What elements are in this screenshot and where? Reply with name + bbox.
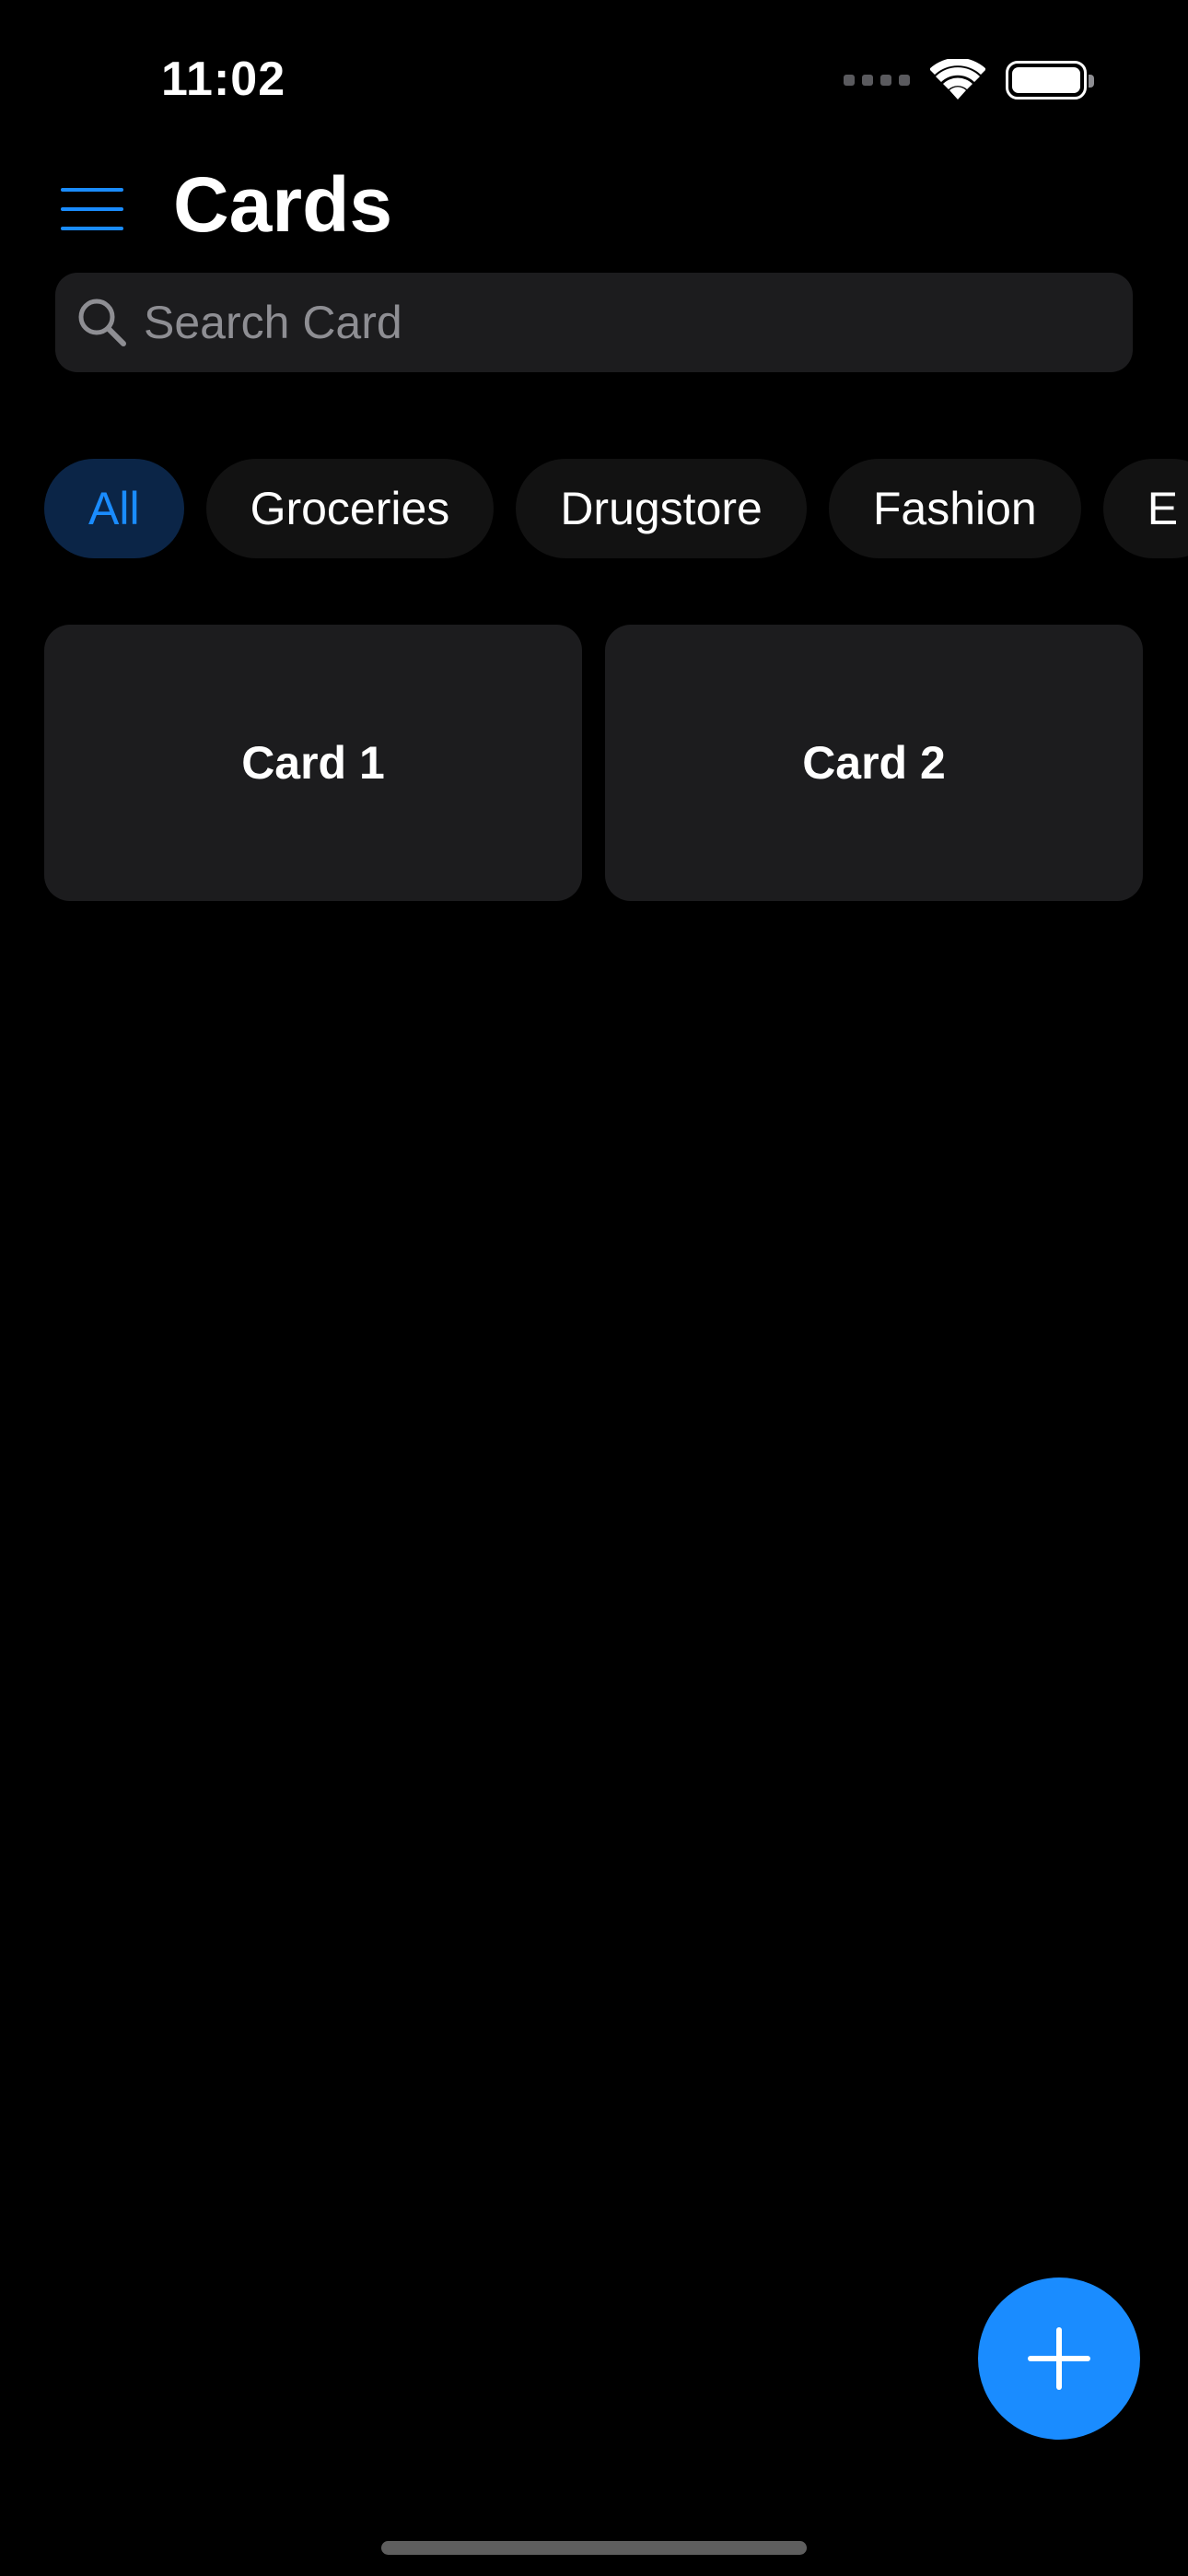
search-icon [76, 296, 129, 349]
cards-screen: 11:02 Cards AllGroce [0, 0, 1188, 2576]
status-time: 11:02 [161, 53, 286, 106]
page-title: Cards [173, 161, 393, 248]
wifi-icon [930, 59, 985, 100]
category-chip-fashion[interactable]: Fashion [828, 459, 1081, 558]
category-filter-bar: All Groceries Drugstore Fashion E [44, 459, 1188, 558]
card-tile[interactable]: Card 1 [44, 625, 582, 901]
category-chip-drugstore[interactable]: Drugstore [516, 459, 807, 558]
plus-icon [1028, 2327, 1090, 2390]
hamburger-menu-icon [61, 188, 123, 192]
search-input[interactable] [144, 296, 1065, 349]
home-indicator[interactable] [381, 2541, 807, 2555]
card-tile[interactable]: Card 2 [605, 625, 1143, 901]
category-chip-partial[interactable]: E [1102, 459, 1188, 558]
search-bar[interactable] [55, 273, 1133, 372]
add-card-button[interactable] [978, 2277, 1140, 2440]
status-icons [844, 55, 1094, 105]
cellular-signal-icon [844, 75, 910, 86]
menu-button[interactable] [61, 188, 123, 230]
category-chip-groceries[interactable]: Groceries [205, 459, 495, 558]
battery-icon [1006, 61, 1094, 100]
category-chip-all[interactable]: All [44, 459, 184, 558]
